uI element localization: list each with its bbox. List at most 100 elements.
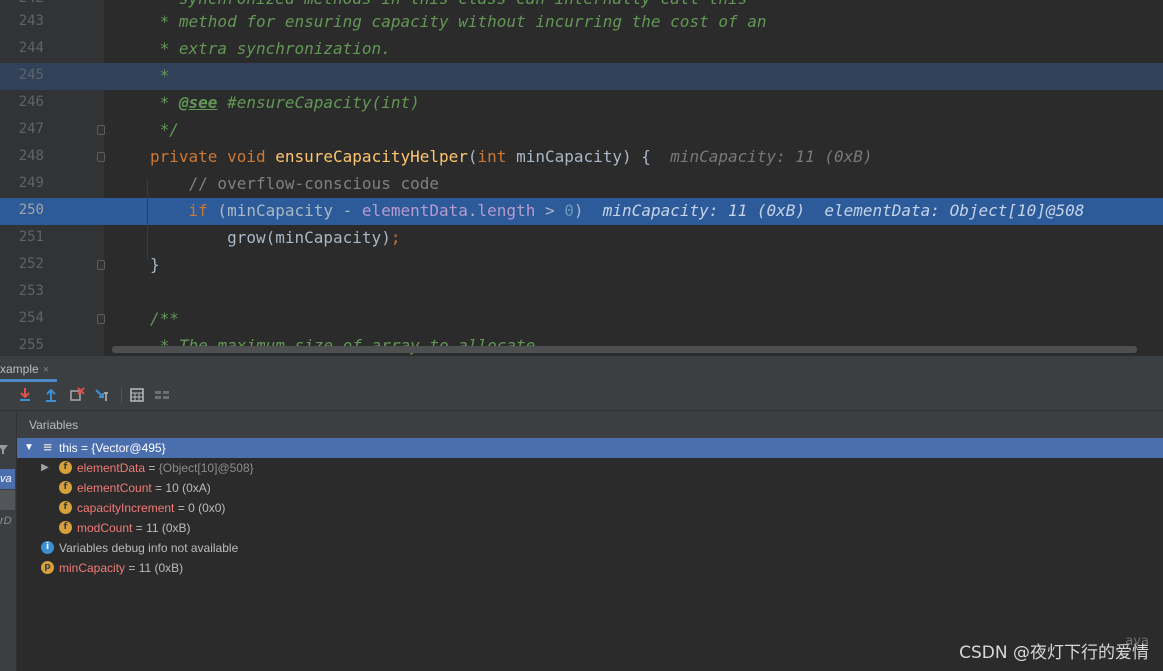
- variable-entry: elementCount = 10 (0xA): [77, 478, 211, 498]
- object-icon: ≡: [42, 440, 53, 454]
- variable-name: this: [59, 441, 78, 455]
- doc-comment: */: [150, 120, 179, 139]
- line-number: 244: [18, 40, 44, 56]
- evaluate-expression-icon[interactable]: [128, 386, 146, 404]
- filter-icon[interactable]: [0, 442, 12, 456]
- variable-entry: this = {Vector@495}: [59, 438, 166, 458]
- step-into-icon[interactable]: [16, 386, 34, 404]
- tree-row[interactable]: p minCapacity = 11 (0xB): [17, 558, 1163, 578]
- equals-sign: =: [125, 561, 139, 575]
- variables-tree[interactable]: ▼ ≡ this = {Vector@495} ▶ f elementData …: [17, 438, 1163, 671]
- frame-item[interactable]: rD: [0, 511, 15, 531]
- step-over-icon[interactable]: [0, 386, 10, 404]
- drop-frame-icon[interactable]: [68, 386, 86, 404]
- step-out-icon[interactable]: [42, 386, 60, 404]
- keyword: if: [150, 201, 208, 220]
- variable-entry: minCapacity = 11 (0xB): [59, 558, 183, 578]
- equals-sign: =: [132, 521, 147, 535]
- line-number: 251: [18, 229, 44, 245]
- line-number: 248: [18, 148, 44, 164]
- doc-see-tag[interactable]: @see: [179, 93, 218, 112]
- method-name: grow: [150, 228, 266, 247]
- variable-name: elementCount: [77, 481, 152, 495]
- line-number: 246: [18, 94, 44, 110]
- trace-stream-icon[interactable]: [153, 386, 171, 404]
- variable-name: elementData: [77, 461, 146, 475]
- chevron-down-icon[interactable]: ▼: [23, 438, 35, 458]
- doc-comment: * extra synchronization.: [150, 39, 391, 58]
- tree-row-this[interactable]: ▼ ≡ this = {Vector@495}: [17, 438, 1163, 458]
- execution-point-line[interactable]: 250 if (minCapacity - elementData.length…: [0, 198, 1163, 225]
- variable-value: 0 (0x0): [188, 501, 226, 515]
- chevron-right-icon[interactable]: ▶: [39, 458, 51, 478]
- tree-row[interactable]: f elementCount = 10 (0xA): [17, 478, 1163, 498]
- tree-row-info[interactable]: i Variables debug info not available: [17, 538, 1163, 558]
- line-number: 252: [18, 256, 44, 272]
- doc-comment: * @see #ensureCapacity(int): [150, 93, 420, 112]
- code-line[interactable]: 248 private void ensureCapacityHelper(in…: [0, 144, 1163, 171]
- code-line[interactable]: 245 *: [0, 63, 1163, 90]
- field-icon: f: [59, 461, 72, 474]
- line-number: 249: [18, 175, 44, 191]
- variable-entry: capacityIncrement = 0 (0x0): [77, 498, 225, 518]
- code-line[interactable]: 253: [0, 279, 1163, 306]
- semicolon: ;: [390, 228, 401, 247]
- line-number: 243: [18, 13, 44, 29]
- variable-entry: elementData = {Object[10]@508}: [77, 458, 254, 478]
- run-to-cursor-icon[interactable]: [94, 386, 112, 404]
- line-comment: // overflow-conscious code: [150, 174, 439, 193]
- code-editor[interactable]: 242 * synchronized methods in this class…: [0, 0, 1163, 356]
- fold-marker-icon[interactable]: [97, 260, 105, 270]
- info-icon: i: [41, 541, 54, 554]
- frame-item[interactable]: [0, 490, 15, 510]
- debug-panel: xample × va rD Variables ▼ ≡ this = {Vec…: [0, 356, 1163, 671]
- horizontal-scrollbar[interactable]: [112, 346, 1137, 353]
- frames-collapsed-strip[interactable]: va rD: [0, 411, 17, 671]
- frame-item-selected[interactable]: va: [0, 469, 15, 489]
- field-icon: f: [59, 481, 72, 494]
- method-declaration: private void ensureCapacityHelper(int mi…: [150, 147, 873, 166]
- line-number: 255: [18, 337, 44, 353]
- fold-marker-icon[interactable]: [97, 125, 105, 135]
- code-line[interactable]: 246 * @see #ensureCapacity(int): [0, 90, 1163, 117]
- method-call: grow(minCapacity);: [150, 228, 400, 247]
- line-number: 245: [18, 67, 44, 83]
- equals-sign: =: [77, 441, 92, 455]
- code-line[interactable]: 252 }: [0, 252, 1163, 279]
- fold-marker-icon[interactable]: [97, 314, 105, 324]
- tree-row[interactable]: f capacityIncrement = 0 (0x0): [17, 498, 1163, 518]
- punct: >: [535, 201, 565, 220]
- code-line[interactable]: 251 grow(minCapacity);: [0, 225, 1163, 252]
- inline-debug-hint: minCapacity: 11 (0xB): [602, 201, 806, 220]
- variable-value: 11 (0xB): [138, 561, 184, 575]
- doc-comment: * method for ensuring capacity without i…: [150, 12, 767, 31]
- punct: .: [467, 201, 478, 220]
- tree-row[interactable]: ▶ f elementData = {Object[10]@508}: [17, 458, 1163, 478]
- debug-session-tab[interactable]: xample ×: [0, 356, 58, 382]
- indent-guide: [147, 180, 148, 260]
- variable-value: 11 (0xB): [146, 521, 191, 535]
- tree-row[interactable]: f modCount = 11 (0xB): [17, 518, 1163, 538]
- punct: (minCapacity -: [207, 201, 362, 220]
- keyword: int: [477, 147, 507, 166]
- debug-tab-bar: xample ×: [0, 356, 1163, 383]
- doc-comment: *: [150, 66, 170, 85]
- code-line[interactable]: 247 */: [0, 117, 1163, 144]
- code-line[interactable]: 249 // overflow-conscious code: [0, 171, 1163, 198]
- fold-marker-icon[interactable]: [97, 152, 105, 162]
- code-line[interactable]: 254 /**: [0, 306, 1163, 333]
- code-line[interactable]: 244 * extra synchronization.: [0, 36, 1163, 63]
- variable-value: {Vector@495}: [91, 441, 166, 455]
- if-statement: if (minCapacity - elementData.length > 0…: [150, 201, 1085, 220]
- tab-label: xample: [0, 362, 39, 376]
- punct: (: [467, 147, 478, 166]
- toolbar-separator: [121, 387, 122, 403]
- watermark-text: CSDN @夜灯下行的爱情: [959, 643, 1149, 663]
- code-line[interactable]: 243 * method for ensuring capacity witho…: [0, 9, 1163, 36]
- line-number: 254: [18, 310, 44, 326]
- equals-sign: =: [151, 481, 166, 495]
- doc-comment: /**: [150, 309, 179, 328]
- line-number: 247: [18, 121, 44, 137]
- punct: (minCapacity): [265, 228, 391, 247]
- close-icon[interactable]: ×: [43, 364, 49, 376]
